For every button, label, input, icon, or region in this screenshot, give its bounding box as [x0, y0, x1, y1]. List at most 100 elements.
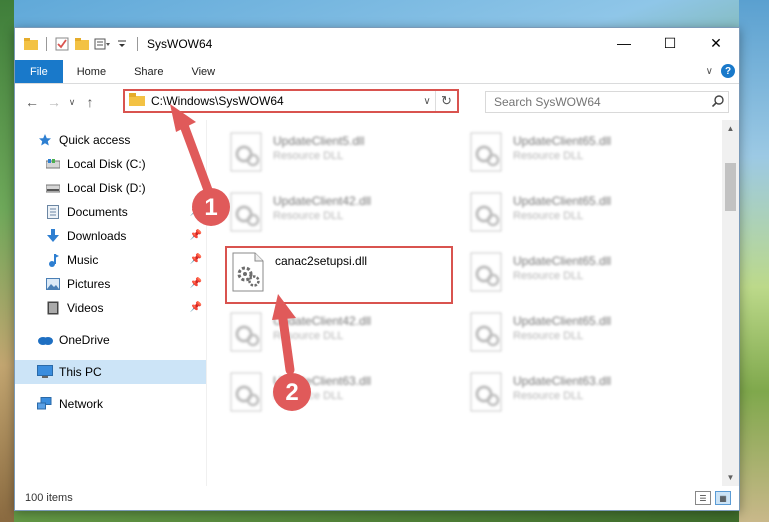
file-name: UpdateClient5.dll	[273, 134, 365, 148]
forward-button[interactable]: →	[43, 91, 65, 113]
vertical-scrollbar[interactable]: ▲ ▼	[722, 120, 739, 486]
rename-icon[interactable]	[94, 36, 110, 52]
file-type: Resource DLL	[273, 210, 344, 222]
tab-view[interactable]: View	[177, 60, 229, 83]
pin-icon[interactable]: 📌	[190, 230, 202, 241]
status-bar: 100 items ☰ ▦	[15, 486, 739, 510]
details-view-icon[interactable]: ☰	[695, 491, 711, 505]
main-area: Quick access Local Disk (C:) Local Disk …	[15, 120, 739, 486]
desktop-background-right	[739, 0, 769, 522]
address-dropdown-icon[interactable]: ∨	[419, 96, 435, 107]
file-name: UpdateClient65.dll	[513, 314, 612, 328]
folder-icon	[129, 93, 147, 109]
sidebar-item-label: Local Disk (C:)	[67, 157, 146, 171]
sidebar-item-quick-access[interactable]: Quick access	[15, 128, 206, 152]
file-name: UpdateClient63.dll	[513, 374, 612, 388]
new-folder-icon[interactable]	[74, 36, 90, 52]
title-bar: SysWOW64 — ☐ ✕	[15, 28, 739, 60]
pin-icon[interactable]: 📌	[190, 206, 202, 217]
computer-icon	[37, 364, 53, 380]
search-box[interactable]	[485, 91, 729, 113]
scrollbar-thumb[interactable]	[725, 163, 736, 211]
tab-share[interactable]: Share	[120, 60, 177, 83]
onedrive-icon	[37, 332, 53, 348]
file-name: canac2setupsi.dll	[275, 254, 368, 268]
dll-file-icon	[230, 132, 262, 172]
pin-icon[interactable]: 📌	[190, 278, 202, 289]
dll-file-icon	[470, 132, 502, 172]
file-name: UpdateClient65.dll	[513, 194, 612, 208]
properties-icon[interactable]	[54, 36, 70, 52]
file-list: UpdateClient5.dll Resource DLL UpdateCli…	[207, 120, 739, 486]
file-type: Resource DLL	[273, 330, 344, 342]
pin-icon[interactable]: 📌	[190, 254, 202, 265]
sidebar-item-videos[interactable]: Videos 📌	[15, 296, 206, 320]
sidebar-item-local-disk-d[interactable]: Local Disk (D:)	[15, 176, 206, 200]
file-name: UpdateClient42.dll	[273, 314, 372, 328]
address-path[interactable]: C:\Windows\SysWOW64	[151, 94, 419, 108]
music-icon	[45, 252, 61, 268]
file-name: UpdateClient65.dll	[513, 134, 612, 148]
file-item[interactable]: UpdateClient65.dll Resource DLL	[469, 308, 699, 360]
sidebar-item-network[interactable]: Network	[15, 392, 206, 416]
dll-file-icon	[230, 312, 262, 352]
sidebar-item-documents[interactable]: Documents 📌	[15, 200, 206, 224]
scroll-down-icon[interactable]: ▼	[722, 469, 739, 486]
documents-icon	[45, 204, 61, 220]
file-item[interactable]: UpdateClient63.dll Resource DLL	[469, 368, 699, 420]
file-item[interactable]: UpdateClient5.dll Resource DLL	[229, 128, 459, 180]
refresh-icon[interactable]: ↻	[435, 91, 457, 111]
dll-file-icon	[470, 372, 502, 412]
scroll-up-icon[interactable]: ▲	[722, 120, 739, 137]
folder-icon	[23, 36, 39, 52]
pin-icon[interactable]: 📌	[190, 302, 202, 313]
back-button[interactable]: ←	[21, 91, 43, 113]
file-item-canac2setupsi[interactable]: canac2setupsi.dll	[231, 248, 461, 300]
close-button[interactable]: ✕	[693, 28, 739, 58]
sidebar-item-label: Local Disk (D:)	[67, 181, 146, 195]
dll-file-icon	[470, 312, 502, 352]
file-type: Resource DLL	[513, 270, 584, 282]
file-name: UpdateClient63.dll	[273, 374, 372, 388]
file-item[interactable]: UpdateClient42.dll Resource DLL	[229, 188, 459, 240]
sidebar-item-label: Pictures	[67, 277, 111, 291]
search-icon[interactable]	[708, 94, 728, 110]
file-item[interactable]: UpdateClient63.dll Resource DLL	[229, 368, 459, 420]
file-item[interactable]: UpdateClient42.dll Resource DLL	[229, 308, 459, 360]
minimize-button[interactable]: —	[601, 28, 647, 58]
navigation-pane: Quick access Local Disk (C:) Local Disk …	[15, 120, 207, 486]
tab-home[interactable]: Home	[63, 60, 120, 83]
search-input[interactable]	[494, 95, 708, 109]
sidebar-item-label: OneDrive	[59, 333, 110, 347]
drive-icon	[45, 156, 61, 172]
sidebar-item-pictures[interactable]: Pictures 📌	[15, 272, 206, 296]
address-bar[interactable]: C:\Windows\SysWOW64 ∨ ↻	[123, 89, 459, 113]
sidebar-item-downloads[interactable]: Downloads 📌	[15, 224, 206, 248]
help-icon[interactable]: ?	[721, 64, 735, 78]
sidebar-item-label: Music	[67, 253, 99, 267]
sidebar-item-this-pc[interactable]: This PC	[15, 360, 206, 384]
address-row: ← → ∨ ↑ C:\Windows\SysWOW64 ∨ ↻	[15, 84, 739, 120]
maximize-button[interactable]: ☐	[647, 28, 693, 58]
toolbar-divider	[137, 37, 138, 51]
file-name: UpdateClient65.dll	[513, 254, 612, 268]
customize-toolbar-icon[interactable]	[114, 36, 130, 52]
sidebar-item-local-disk-c[interactable]: Local Disk (C:)	[15, 152, 206, 176]
dll-file-icon	[230, 192, 262, 232]
recent-locations-button[interactable]: ∨	[65, 91, 79, 113]
sidebar-item-label: Quick access	[59, 133, 131, 147]
sidebar-item-music[interactable]: Music 📌	[15, 248, 206, 272]
large-icons-view-icon[interactable]: ▦	[715, 491, 731, 505]
file-item[interactable]: UpdateClient65.dll Resource DLL	[469, 188, 699, 240]
sidebar-item-label: This PC	[59, 365, 102, 379]
videos-icon	[45, 300, 61, 316]
sidebar-item-onedrive[interactable]: OneDrive	[15, 328, 206, 352]
sidebar-item-label: Documents	[67, 205, 128, 219]
file-item[interactable]: UpdateClient65.dll Resource DLL	[469, 128, 699, 180]
tab-file[interactable]: File	[15, 60, 63, 83]
file-name: UpdateClient42.dll	[273, 194, 372, 208]
file-item[interactable]: UpdateClient65.dll Resource DLL	[469, 248, 699, 300]
expand-ribbon-icon[interactable]: ∨	[706, 66, 713, 77]
file-type: Resource DLL	[513, 390, 584, 402]
up-button[interactable]: ↑	[79, 91, 101, 113]
